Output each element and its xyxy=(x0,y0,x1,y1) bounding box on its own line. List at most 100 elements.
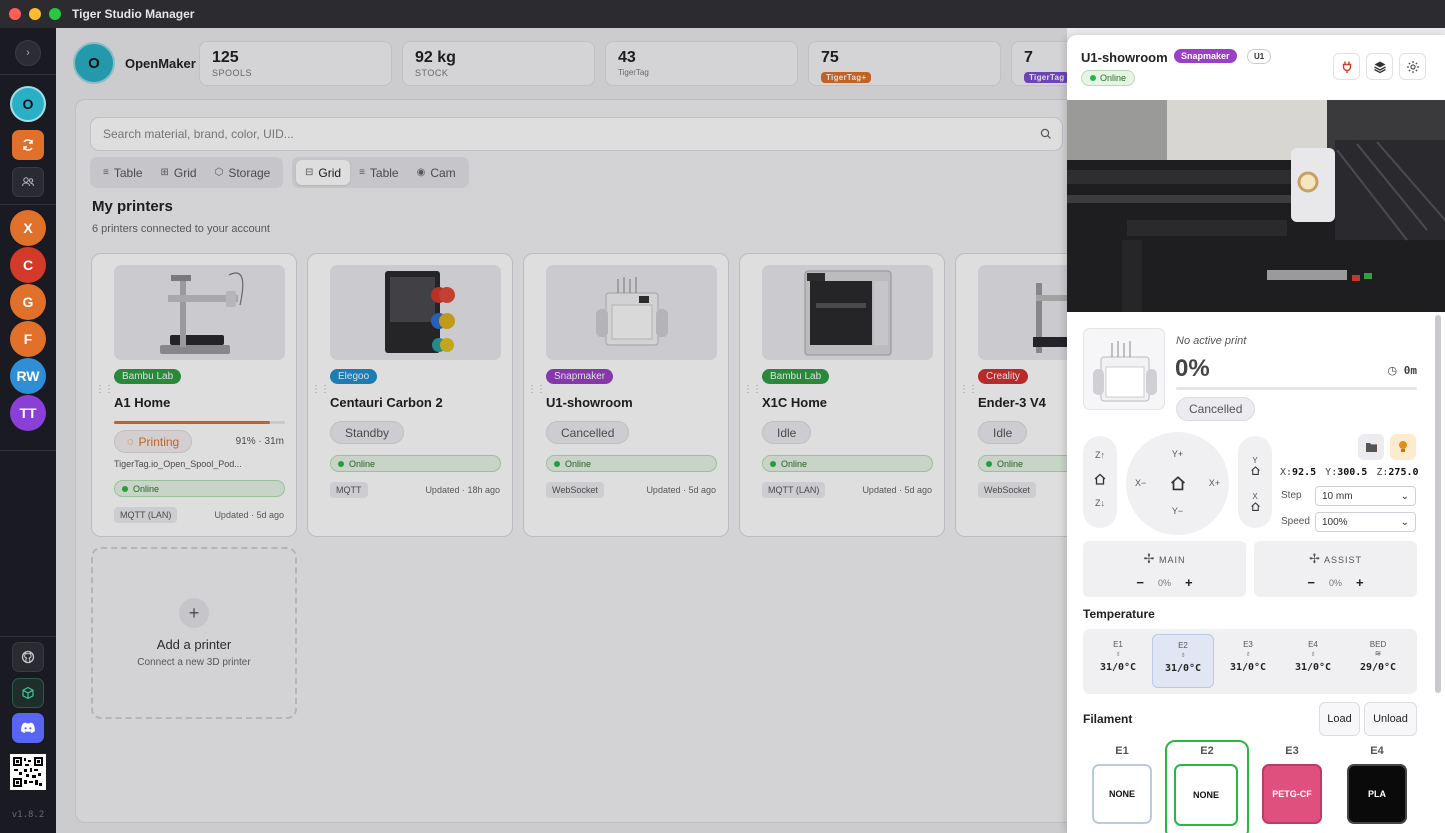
online-dot-icon xyxy=(1090,75,1096,81)
temp-value: 31/0°C xyxy=(1164,663,1202,674)
temp-value: 31/0°C xyxy=(1229,662,1267,673)
sidebar-user-x[interactable]: X xyxy=(10,210,46,246)
slot-label: E3 xyxy=(1285,745,1299,757)
tigertag-button[interactable] xyxy=(12,678,44,708)
chevron-down-icon: ⌄ xyxy=(1400,516,1409,528)
y-minus-button[interactable]: Y− xyxy=(1126,506,1229,516)
filament-slot-e3[interactable]: PETG-CF xyxy=(1262,764,1322,824)
y-position: 300.5 xyxy=(1337,467,1368,478)
print-progress-bar xyxy=(1176,387,1417,390)
sidebar-user-c[interactable]: C xyxy=(10,247,46,283)
backdrop-overlay[interactable] xyxy=(56,28,1067,833)
z-down-button[interactable]: Z↓ xyxy=(1083,498,1117,508)
sidebar-user-rw[interactable]: RW xyxy=(10,358,46,394)
title-bar: Tiger Studio Manager xyxy=(0,0,1445,28)
temp-e1[interactable]: E1 ♁ 31/0°C xyxy=(1087,634,1149,688)
speed-select[interactable]: 100% ⌄ xyxy=(1315,512,1416,532)
x-home-button[interactable]: X xyxy=(1238,492,1272,514)
x-label: X: xyxy=(1280,467,1293,478)
temp-bed[interactable]: BED ≋ 29/0°C xyxy=(1347,634,1409,688)
sidebar-user-o[interactable]: O xyxy=(10,86,46,122)
temp-e2[interactable]: E2 ♁ 31/0°C xyxy=(1152,634,1214,688)
nozzle-icon: ♁ xyxy=(1310,649,1316,658)
sync-icon xyxy=(23,139,33,151)
assist-fan-control: ✢ ASSIST − 0% + xyxy=(1254,541,1417,597)
filament-slot-e1[interactable]: NONE xyxy=(1092,764,1152,824)
z-up-button[interactable]: Z↑ xyxy=(1083,450,1117,460)
fan-value: 0% xyxy=(1157,577,1171,588)
y-plus-button[interactable]: Y+ xyxy=(1126,449,1229,459)
filament-slot-e4[interactable]: PLA xyxy=(1347,764,1407,824)
fan-increase-button[interactable]: + xyxy=(1185,575,1193,590)
fan-title: ✢ MAIN xyxy=(1083,551,1246,567)
friends-button[interactable] xyxy=(12,167,44,197)
step-label: Step xyxy=(1281,490,1302,501)
sidebar-divider xyxy=(0,74,56,75)
x-plus-button[interactable]: X+ xyxy=(1209,478,1220,488)
settings-button[interactable] xyxy=(1399,53,1426,80)
maximize-window-button[interactable] xyxy=(49,8,61,20)
position-readout: X:92.5 Y:300.5 Z:275.0 xyxy=(1280,467,1419,478)
filament-slot-e2[interactable]: NONE xyxy=(1174,764,1238,826)
sidebar-user-f[interactable]: F xyxy=(10,321,46,357)
nozzle-icon: ♁ xyxy=(1115,649,1121,658)
online-label: Online xyxy=(1100,73,1127,83)
folder-icon xyxy=(1365,443,1377,452)
print-timer: ◷ 0m xyxy=(1388,364,1417,377)
print-status-badge[interactable]: Cancelled xyxy=(1176,397,1256,421)
speed-label: Speed xyxy=(1281,516,1310,527)
temp-e4[interactable]: E4 ♁ 31/0°C xyxy=(1282,634,1344,688)
sidebar-user-g[interactable]: G xyxy=(10,284,46,320)
sync-button[interactable] xyxy=(12,130,44,160)
chevron-right-icon: › xyxy=(26,47,30,59)
sidebar-divider xyxy=(0,450,56,451)
power-button[interactable] xyxy=(1333,53,1360,80)
minimize-window-button[interactable] xyxy=(29,8,41,20)
x-position: 92.5 xyxy=(1292,467,1317,478)
x-minus-button[interactable]: X− xyxy=(1135,478,1146,488)
fan-label: MAIN xyxy=(1158,555,1186,565)
home-icon xyxy=(1094,473,1106,485)
step-value: 10 mm xyxy=(1322,490,1353,502)
temperature-box: E1 ♁ 31/0°C E2 ♁ 31/0°C E3 ♁ 31/0°C E4 ♁… xyxy=(1083,629,1417,694)
load-filament-button[interactable]: Load xyxy=(1319,702,1360,736)
temp-e3[interactable]: E3 ♁ 31/0°C xyxy=(1217,634,1279,688)
fan-increase-button[interactable]: + xyxy=(1356,575,1364,590)
sidebar-user-tt[interactable]: TT xyxy=(10,395,46,431)
discord-icon xyxy=(21,722,35,733)
fan-decrease-button[interactable]: − xyxy=(1307,575,1315,590)
users-icon xyxy=(22,177,34,187)
files-button[interactable] xyxy=(1358,434,1384,460)
xy-home-button[interactable] xyxy=(1169,474,1187,494)
print-percent: 0% xyxy=(1175,355,1210,382)
cube-icon xyxy=(22,686,34,700)
nozzle-icon: ♁ xyxy=(1180,650,1186,659)
panel-printer-name: U1-showroom xyxy=(1081,50,1168,65)
printer-detail-panel: U1-showroom Snapmaker U1 Online No activ… xyxy=(1067,35,1445,833)
print-thumbnail xyxy=(1083,328,1165,410)
z-home-button[interactable] xyxy=(1083,472,1117,488)
layers-button[interactable] xyxy=(1366,53,1393,80)
camera-feed[interactable] xyxy=(1067,100,1445,312)
plug-icon xyxy=(1342,61,1351,73)
panel-scrollbar[interactable] xyxy=(1435,315,1441,693)
fan-title: ✢ ASSIST xyxy=(1254,551,1417,567)
github-button[interactable] xyxy=(12,642,44,672)
expand-sidebar-button[interactable]: › xyxy=(15,40,41,66)
slot-label: E2 xyxy=(1200,745,1214,757)
step-select[interactable]: 10 mm ⌄ xyxy=(1315,486,1416,506)
slot-label: E1 xyxy=(1115,745,1129,757)
temperature-title: Temperature xyxy=(1083,607,1155,621)
qr-code[interactable] xyxy=(10,754,46,790)
close-window-button[interactable] xyxy=(9,8,21,20)
qr-code-icon xyxy=(13,757,43,787)
temp-label: BED xyxy=(1369,640,1387,649)
discord-button[interactable] xyxy=(12,713,44,743)
fan-decrease-button[interactable]: − xyxy=(1136,575,1144,590)
z-position: 275.0 xyxy=(1388,467,1419,478)
unload-filament-button[interactable]: Unload xyxy=(1364,702,1417,736)
y-home-button[interactable]: Y xyxy=(1238,456,1272,478)
chevron-down-icon: ⌄ xyxy=(1400,490,1409,502)
home-icon xyxy=(1250,502,1260,511)
light-button[interactable] xyxy=(1390,434,1416,460)
